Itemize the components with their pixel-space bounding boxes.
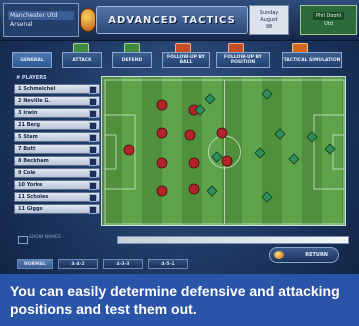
tab-tactical-simulation[interactable]: TACTICAL SIMULATION bbox=[282, 52, 342, 68]
home-player-marker[interactable] bbox=[188, 183, 200, 195]
position-indicator bbox=[89, 86, 97, 94]
position-indicator bbox=[89, 194, 97, 202]
position-indicator bbox=[89, 158, 97, 166]
player-row[interactable]: 7 Butt bbox=[14, 144, 100, 154]
tab-defend[interactable]: DEFEND bbox=[112, 52, 152, 68]
home-team-name: Manchester Utd bbox=[8, 11, 74, 20]
game-screen: Manchester Utd Arsenal ADVANCED TACTICS … bbox=[0, 0, 359, 326]
club-label: Utd bbox=[324, 21, 333, 27]
tab-attack[interactable]: ATTACK bbox=[62, 52, 102, 68]
pitch-drawing bbox=[104, 79, 345, 225]
date-day: Sunday bbox=[259, 9, 279, 16]
home-player-marker[interactable] bbox=[156, 185, 168, 197]
tab-follow-up-by-position[interactable]: FOLLOW-UP BY POSITION bbox=[216, 52, 270, 68]
date-year: 98 bbox=[265, 23, 273, 30]
player-name: 2 Neville G. bbox=[18, 98, 51, 104]
left-six-yard-box bbox=[104, 134, 117, 170]
position-indicator bbox=[89, 134, 97, 142]
top-bar: Manchester Utd Arsenal ADVANCED TACTICS … bbox=[0, 0, 359, 41]
position-indicator bbox=[89, 110, 97, 118]
ball-icon bbox=[274, 251, 284, 259]
player-row[interactable]: 11 Giggs bbox=[14, 204, 100, 214]
player-name: 5 Stam bbox=[18, 134, 38, 140]
mode-tab-1[interactable]: 4-4-2 bbox=[58, 259, 98, 269]
return-label: RETURN bbox=[305, 252, 328, 258]
away-team-name: Arsenal bbox=[10, 21, 33, 28]
right-six-yard-box bbox=[332, 134, 345, 170]
position-indicator bbox=[89, 206, 97, 214]
player-name: 8 Beckham bbox=[18, 158, 49, 164]
simulation-slider[interactable] bbox=[117, 236, 349, 244]
player-row[interactable]: 10 Yorke bbox=[14, 180, 100, 190]
home-player-marker[interactable] bbox=[156, 99, 168, 111]
position-indicator bbox=[89, 98, 97, 106]
player-name: 3 Irwin bbox=[18, 110, 38, 116]
player-row[interactable]: 3 Irwin bbox=[14, 108, 100, 118]
tactics-pitch[interactable] bbox=[101, 76, 346, 226]
show-names-checkbox[interactable] bbox=[18, 236, 28, 244]
match-info: Manchester Utd Arsenal bbox=[3, 3, 79, 37]
position-indicator bbox=[89, 122, 97, 130]
away-player-marker[interactable] bbox=[204, 93, 216, 105]
home-player-marker[interactable] bbox=[216, 127, 228, 139]
away-player-marker[interactable] bbox=[254, 147, 266, 159]
date-month: August bbox=[260, 16, 278, 23]
away-player-marker[interactable] bbox=[324, 143, 336, 155]
player-name: 21 Berg bbox=[18, 122, 40, 128]
position-indicator bbox=[89, 146, 97, 154]
show-names-label: SHOW NAMES bbox=[29, 235, 61, 240]
mode-tab-2[interactable]: 4-3-3 bbox=[103, 259, 143, 269]
player-name: 11 Scholes bbox=[18, 194, 49, 200]
player-row[interactable]: 11 Scholes bbox=[14, 192, 100, 202]
away-player-marker[interactable] bbox=[261, 88, 273, 100]
players-header: # PLAYERS bbox=[16, 75, 47, 81]
player-row[interactable]: 2 Neville G. bbox=[14, 96, 100, 106]
players-panel: # PLAYERS 1 Schmeichel 2 Neville G. 3 Irwi… bbox=[14, 75, 100, 219]
tab-follow-up-by-ball[interactable]: FOLLOW-UP BY BALL bbox=[162, 52, 210, 68]
away-player-marker[interactable] bbox=[274, 128, 286, 140]
tab-general[interactable]: GENERAL bbox=[12, 52, 52, 68]
player-name: 1 Schmeichel bbox=[18, 86, 56, 92]
position-indicator bbox=[89, 170, 97, 178]
home-player-marker[interactable] bbox=[221, 155, 233, 167]
away-player-marker[interactable] bbox=[288, 153, 300, 165]
caption-text: You can easily determine defensive and a… bbox=[10, 283, 340, 317]
home-player-marker[interactable] bbox=[184, 129, 196, 141]
home-player-marker[interactable] bbox=[156, 157, 168, 169]
player-name: 11 Giggs bbox=[18, 206, 43, 212]
date-display: Sunday August 98 bbox=[249, 5, 289, 35]
player-name: 10 Yorke bbox=[18, 182, 43, 188]
player-row[interactable]: 21 Berg bbox=[14, 120, 100, 130]
home-player-marker[interactable] bbox=[156, 127, 168, 139]
away-player-marker[interactable] bbox=[211, 151, 223, 163]
return-button[interactable]: RETURN bbox=[269, 247, 339, 263]
away-player-marker[interactable] bbox=[206, 185, 218, 197]
manager-info: Phil Doohl Utd bbox=[300, 5, 357, 35]
rugby-ball-icon bbox=[80, 8, 96, 32]
screen-title: ADVANCED TACTICS bbox=[96, 6, 248, 34]
mode-tab-normal[interactable]: NORMAL bbox=[17, 259, 53, 269]
home-player-marker[interactable] bbox=[123, 144, 135, 156]
player-name: 7 Butt bbox=[18, 146, 36, 152]
player-row[interactable]: 8 Beckham bbox=[14, 156, 100, 166]
player-row[interactable]: 5 Stam bbox=[14, 132, 100, 142]
home-player-marker[interactable] bbox=[188, 157, 200, 169]
manager-name: Phil Doohl bbox=[312, 12, 345, 20]
player-row[interactable]: 9 Cole bbox=[14, 168, 100, 178]
player-row[interactable]: 1 Schmeichel bbox=[14, 84, 100, 94]
position-indicator bbox=[89, 182, 97, 190]
player-name: 9 Cole bbox=[18, 170, 36, 176]
away-player-marker[interactable] bbox=[261, 191, 273, 203]
mode-tab-3[interactable]: 4-5-1 bbox=[148, 259, 188, 269]
away-player-marker[interactable] bbox=[306, 131, 318, 143]
